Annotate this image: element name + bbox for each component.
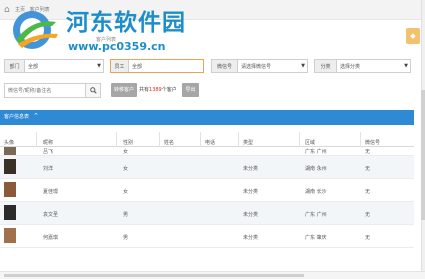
avatar bbox=[4, 228, 16, 243]
dept-label: 部门 bbox=[5, 60, 25, 72]
count-suffix: 个客户 bbox=[161, 87, 177, 93]
avatar bbox=[4, 205, 16, 220]
col-header-nickname: 昵称 bbox=[43, 140, 54, 146]
column-divider bbox=[360, 132, 361, 147]
cell-region: 湖南 长沙 bbox=[305, 189, 327, 195]
cell-nickname: 夏佳璟 bbox=[43, 189, 59, 195]
table-row[interactable]: 夏佳璟 女 未分类 湖南 长沙 无 bbox=[0, 179, 414, 202]
customer-count: 共有1389个客户 bbox=[139, 86, 177, 93]
cell-region: 广东 广州 bbox=[305, 149, 327, 155]
cell-type: 未分类 bbox=[243, 235, 259, 241]
table-header: 头像 昵称 性别 姓名 电话 类型 区域 微信号 bbox=[0, 127, 414, 147]
category-value: 选择分类 bbox=[340, 63, 361, 70]
chevron-down-icon: ▼ bbox=[301, 63, 305, 69]
column-divider bbox=[200, 132, 201, 147]
column-divider bbox=[238, 132, 239, 147]
wechat-label: 微信号 bbox=[212, 60, 238, 72]
search-button[interactable] bbox=[85, 84, 100, 97]
cell-region: 湖南 永州 bbox=[305, 166, 327, 172]
search-icon bbox=[89, 87, 97, 94]
column-divider bbox=[116, 132, 117, 147]
cell-nickname: 袁文圣 bbox=[43, 212, 59, 218]
cell-region: 广东 广州 bbox=[305, 212, 327, 218]
chevron-up-icon[interactable]: ⌃ bbox=[33, 110, 39, 123]
wechat-value: 请选择微信号 bbox=[241, 63, 272, 70]
filter-row-2: 转移客户 共有1389个客户 导出 bbox=[0, 83, 425, 99]
horizontal-scrollbar[interactable] bbox=[0, 271, 425, 279]
dept-select[interactable]: 部门 全部 ▼ bbox=[4, 59, 104, 73]
customer-table-header-bar: 客户信息表 ⌃ bbox=[0, 110, 414, 125]
col-header-type: 类型 bbox=[243, 140, 254, 146]
column-divider bbox=[299, 132, 300, 147]
watermark-url: www.pc0359.cn bbox=[68, 40, 166, 53]
cell-wechat: 无 bbox=[365, 235, 371, 241]
avatar bbox=[4, 147, 16, 155]
staff-label: 员工 bbox=[111, 60, 129, 72]
col-header-wechat: 微信号 bbox=[365, 140, 381, 146]
cell-gender: 男 bbox=[123, 212, 129, 218]
corner-action-button[interactable]: ◆ bbox=[406, 28, 420, 44]
staff-select[interactable]: 员工 全部 bbox=[110, 59, 204, 73]
customer-table: 头像 昵称 性别 姓名 电话 类型 区域 微信号 吕飞 女 广东 广州 无 刘洋… bbox=[0, 127, 414, 248]
bookmark-icon: ◆ bbox=[410, 32, 416, 40]
chevron-down-icon: ▼ bbox=[404, 63, 408, 69]
table-row[interactable]: 刘洋 女 未分类 湖南 永州 无 bbox=[0, 156, 414, 179]
wechat-select[interactable]: 微信号 请选择微信号 ▼ bbox=[211, 59, 308, 73]
cell-gender: 男 bbox=[123, 235, 129, 241]
cell-wechat: 无 bbox=[365, 189, 371, 195]
export-button[interactable]: 导出 bbox=[182, 83, 199, 97]
col-header-region: 区域 bbox=[305, 140, 316, 146]
search-input[interactable] bbox=[5, 84, 85, 97]
avatar bbox=[4, 159, 16, 174]
column-divider bbox=[159, 132, 160, 147]
vertical-scrollbar[interactable] bbox=[421, 0, 425, 279]
category-select[interactable]: 分类 选择分类 ▼ bbox=[314, 59, 411, 73]
col-header-avatar: 头像 bbox=[4, 140, 15, 146]
staff-value: 全部 bbox=[132, 63, 143, 70]
table-row[interactable]: 吕飞 女 广东 广州 无 bbox=[0, 147, 414, 156]
avatar bbox=[4, 182, 16, 197]
cell-wechat: 无 bbox=[365, 166, 371, 172]
scrollbar-thumb[interactable] bbox=[421, 90, 425, 220]
transfer-customer-button[interactable]: 转移客户 bbox=[111, 83, 137, 97]
cell-type: 未分类 bbox=[243, 166, 259, 172]
chevron-down-icon: ▼ bbox=[97, 63, 101, 69]
dept-value: 全部 bbox=[28, 63, 39, 70]
panel-title: 客户信息表 bbox=[4, 114, 30, 120]
cell-wechat: 无 bbox=[365, 212, 371, 218]
search-box bbox=[4, 83, 101, 98]
col-header-phone: 电话 bbox=[205, 140, 216, 146]
col-header-name: 姓名 bbox=[164, 140, 175, 146]
watermark-title: 河东软件园 bbox=[66, 10, 186, 36]
category-label: 分类 bbox=[315, 60, 337, 72]
table-row[interactable]: 袁文圣 男 未分类 广东 广州 无 bbox=[0, 202, 414, 225]
cell-nickname: 刘洋 bbox=[43, 166, 54, 172]
cell-gender: 女 bbox=[123, 149, 129, 155]
column-divider bbox=[36, 132, 37, 147]
cell-type: 未分类 bbox=[243, 189, 259, 195]
count-prefix: 共有 bbox=[139, 87, 150, 93]
cell-nickname: 何嘉琪 bbox=[43, 235, 59, 241]
cell-gender: 女 bbox=[123, 166, 129, 172]
cell-nickname: 吕飞 bbox=[43, 149, 54, 155]
table-row[interactable]: 何嘉琪 男 未分类 广东 肇庆 无 bbox=[0, 225, 414, 248]
scrollbar-thumb[interactable] bbox=[4, 274, 304, 277]
filter-row-1: 部门 全部 ▼ 员工 全部 微信号 请选择微信号 ▼ 分类 选择分类 ▼ bbox=[0, 59, 425, 75]
cell-wechat: 无 bbox=[365, 149, 371, 155]
col-header-gender: 性别 bbox=[123, 140, 134, 146]
cell-type: 未分类 bbox=[243, 212, 259, 218]
cell-gender: 女 bbox=[123, 189, 129, 195]
watermark-logo bbox=[13, 11, 58, 49]
cell-region: 广东 肇庆 bbox=[305, 235, 327, 241]
count-number: 1389 bbox=[149, 87, 162, 93]
